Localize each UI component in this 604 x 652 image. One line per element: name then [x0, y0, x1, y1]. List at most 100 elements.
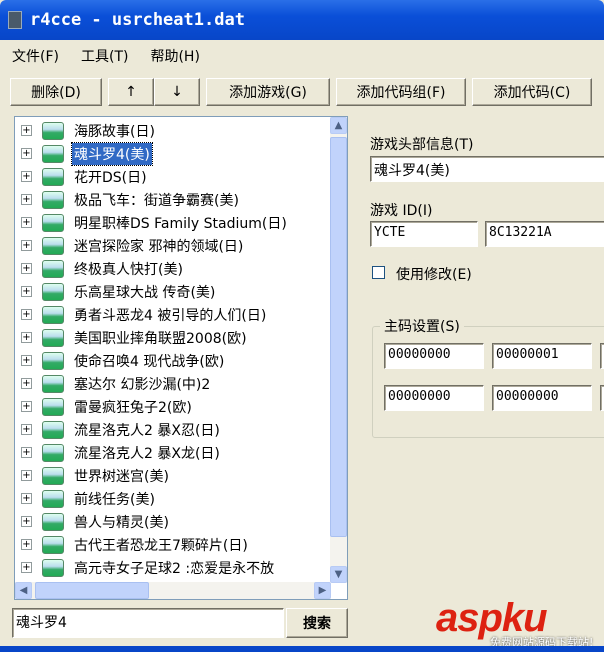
- master-code-input[interactable]: [600, 385, 604, 411]
- menu-help[interactable]: 帮助(H): [150, 46, 199, 66]
- game-icon: [42, 190, 64, 209]
- toolbar: 删除(D) ↑ ↓ 添加游戏(G) 添加代码组(F) 添加代码(C): [10, 78, 592, 106]
- tree-item[interactable]: + 魂斗罗4(美): [15, 141, 347, 166]
- tree-item-label: 终极真人快打(美): [74, 261, 183, 278]
- game-icon: [42, 213, 64, 232]
- expand-icon[interactable]: +: [21, 148, 32, 159]
- horizontal-scroll-thumb[interactable]: [35, 582, 149, 599]
- expand-icon[interactable]: +: [21, 516, 32, 527]
- menu-tools[interactable]: 工具(T): [81, 46, 128, 66]
- tree-item[interactable]: + 雷曼疯狂兔子2(欧): [15, 395, 347, 418]
- expand-icon[interactable]: +: [21, 263, 32, 274]
- master-code-input[interactable]: 00000000: [492, 385, 592, 411]
- master-code-label: 主码设置(S): [380, 316, 464, 336]
- game-icon: [42, 282, 64, 301]
- add-code-group-button[interactable]: 添加代码组(F): [336, 78, 466, 106]
- expand-icon[interactable]: +: [21, 539, 32, 550]
- vertical-scroll-thumb[interactable]: [330, 137, 347, 537]
- tree-item-label: 勇者斗恶龙4 被引导的人们(日): [74, 307, 267, 324]
- expand-icon[interactable]: +: [21, 493, 32, 504]
- game-icon: [42, 374, 64, 393]
- master-code-input[interactable]: 00000000: [384, 343, 484, 369]
- tree-item[interactable]: + 塞达尔 幻影沙漏(中)2: [15, 372, 347, 395]
- game-icon: [42, 144, 64, 163]
- tree-item[interactable]: + 高元寺女子足球2 :恋爱是永不放: [15, 556, 347, 579]
- expand-icon[interactable]: +: [21, 401, 32, 412]
- expand-icon[interactable]: +: [21, 424, 32, 435]
- tree-item[interactable]: + 流星洛克人2 暴X忍(日): [15, 418, 347, 441]
- tree-item[interactable]: + 流星洛克人2 暴X龙(日): [15, 441, 347, 464]
- game-tree[interactable]: + 海豚故事(日) + 魂斗罗4(美) + 花开DS(日) + 极品飞车：街道争霸赛(美) + 明…: [14, 116, 348, 600]
- move-up-button[interactable]: ↑: [108, 78, 154, 106]
- tree-item-label: 花开DS(日): [74, 169, 147, 186]
- add-code-button[interactable]: 添加代码(C): [472, 78, 592, 106]
- menu-file[interactable]: 文件(F): [12, 46, 59, 66]
- tree-item-label: 使命召唤4 现代战争(欧): [74, 353, 225, 370]
- game-icon: [42, 328, 64, 347]
- delete-button[interactable]: 删除(D): [10, 78, 102, 106]
- tree-item[interactable]: + 勇者斗恶龙4 被引导的人们(日): [15, 303, 347, 326]
- expand-icon[interactable]: +: [21, 332, 32, 343]
- expand-icon[interactable]: +: [21, 217, 32, 228]
- window-bottom-border: [0, 646, 604, 652]
- game-icon: [42, 466, 64, 485]
- tree-item-label: 极品飞车：街道争霸赛(美): [74, 192, 239, 209]
- game-icon: [42, 489, 64, 508]
- tree-item[interactable]: + 明星职棒DS Family Stadium(日): [15, 211, 347, 234]
- title-bar: r4cce - usrcheat1.dat: [0, 0, 604, 40]
- master-code-input[interactable]: 00000000: [384, 385, 484, 411]
- scroll-right-button[interactable]: ▶: [314, 582, 331, 599]
- game-icon: [42, 305, 64, 324]
- search-button[interactable]: 搜索: [286, 608, 348, 638]
- tree-item[interactable]: + 兽人与精灵(美): [15, 510, 347, 533]
- tree-item[interactable]: + 海豚故事(日): [15, 119, 347, 142]
- use-modify-checkbox[interactable]: [372, 266, 385, 279]
- tree-item-label: 明星职棒DS Family Stadium(日): [74, 215, 287, 232]
- search-input[interactable]: 魂斗罗4: [12, 608, 284, 638]
- game-icon: [42, 443, 64, 462]
- master-code-input[interactable]: 00000001: [492, 343, 592, 369]
- game-icon: [42, 420, 64, 439]
- game-header-input[interactable]: 魂斗罗4(美): [370, 156, 604, 182]
- tree-item-label: 流星洛克人2 暴X忍(日): [74, 422, 220, 439]
- tree-item-label: 魂斗罗4(美): [71, 141, 153, 166]
- expand-icon[interactable]: +: [21, 194, 32, 205]
- add-game-button[interactable]: 添加游戏(G): [206, 78, 330, 106]
- game-crc-input[interactable]: 8C13221A: [485, 221, 604, 247]
- app-icon: [8, 11, 22, 29]
- tree-item-label: 高元寺女子足球2 :恋爱是永不放: [74, 560, 275, 577]
- expand-icon[interactable]: +: [21, 562, 32, 573]
- tree-item[interactable]: + 迷宫探险家 邪神的领域(日): [15, 234, 347, 257]
- scroll-up-button[interactable]: ▲: [330, 117, 347, 134]
- game-id-label: 游戏 ID(I): [370, 203, 433, 219]
- expand-icon[interactable]: +: [21, 309, 32, 320]
- tree-item[interactable]: + 美国职业摔角联盟2008(欧): [15, 326, 347, 349]
- expand-icon[interactable]: +: [21, 470, 32, 481]
- tree-item[interactable]: + 前线任务(美): [15, 487, 347, 510]
- tree-item[interactable]: + 使命召唤4 现代战争(欧): [15, 349, 347, 372]
- vertical-scrollbar[interactable]: ▲ ▼: [330, 117, 347, 583]
- expand-icon[interactable]: +: [21, 447, 32, 458]
- tree-item[interactable]: + 古代王者恐龙王7颗碎片(日): [15, 533, 347, 556]
- horizontal-scrollbar[interactable]: ◀ ▶: [15, 582, 331, 599]
- tree-item-label: 迷宫探险家 邪神的领域(日): [74, 238, 244, 255]
- tree-item[interactable]: + 极品飞车：街道争霸赛(美): [15, 188, 347, 211]
- master-code-input[interactable]: [600, 343, 604, 369]
- expand-icon[interactable]: +: [21, 240, 32, 251]
- tree-item[interactable]: + 终极真人快打(美): [15, 257, 347, 280]
- move-down-button[interactable]: ↓: [154, 78, 200, 106]
- game-id-input[interactable]: YCTE: [370, 221, 478, 247]
- expand-icon[interactable]: +: [21, 286, 32, 297]
- tree-item-label: 海豚故事(日): [74, 123, 155, 140]
- game-icon: [42, 121, 64, 140]
- scroll-down-button[interactable]: ▼: [330, 566, 347, 583]
- expand-icon[interactable]: +: [21, 125, 32, 136]
- expand-icon[interactable]: +: [21, 355, 32, 366]
- expand-icon[interactable]: +: [21, 171, 32, 182]
- expand-icon[interactable]: +: [21, 378, 32, 389]
- tree-item-label: 流星洛克人2 暴X龙(日): [74, 445, 220, 462]
- tree-item[interactable]: + 花开DS(日): [15, 165, 347, 188]
- tree-item[interactable]: + 世界树迷宫(美): [15, 464, 347, 487]
- scroll-left-button[interactable]: ◀: [15, 582, 32, 599]
- tree-item[interactable]: + 乐高星球大战 传奇(美): [15, 280, 347, 303]
